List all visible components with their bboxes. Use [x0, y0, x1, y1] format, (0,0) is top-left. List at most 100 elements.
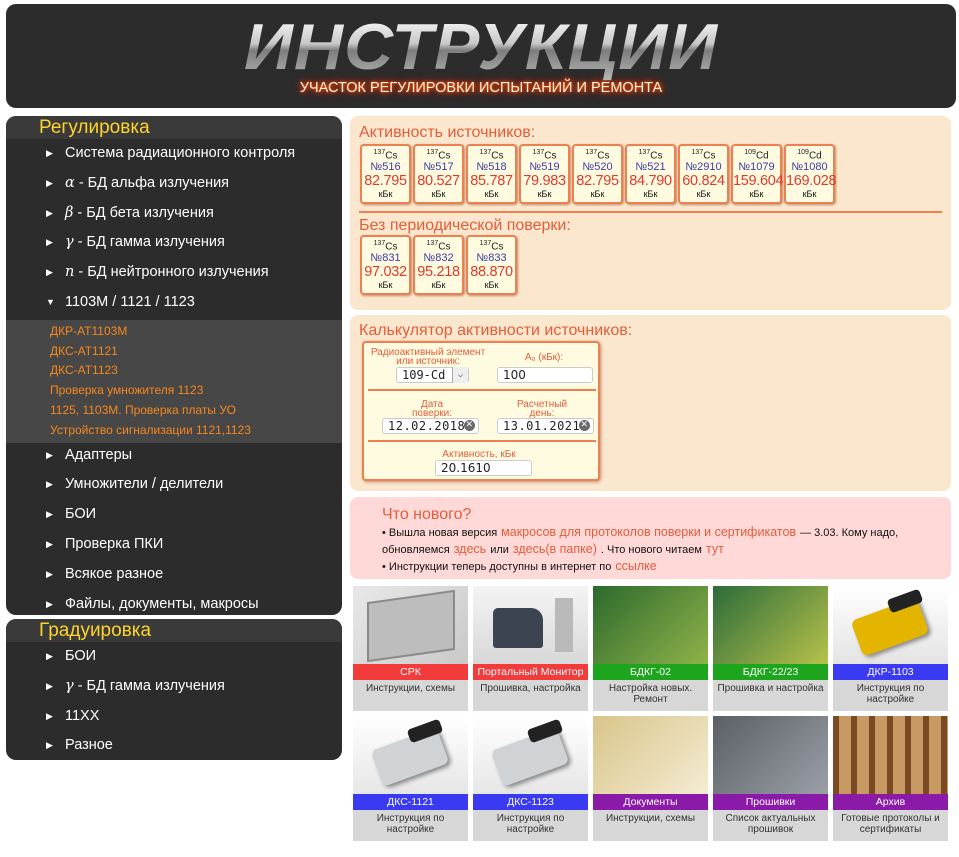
date2-input[interactable]: 13.01.2021 ✕	[497, 418, 594, 434]
category-card[interactable]: Прошивки Список актуальных прошивок	[713, 716, 828, 841]
source-card[interactable]: 137Cs №520 82.795 кБк	[572, 144, 623, 204]
triangle-down-icon: ▼	[46, 296, 55, 307]
submenu-link[interactable]: ДКР-АТ1103М	[6, 322, 342, 342]
portal-shape	[555, 598, 573, 652]
isotope-mass: 137	[373, 240, 386, 247]
nav-item[interactable]: ▶ Разное	[6, 731, 342, 761]
category-card[interactable]: ДКС-1123 Инструкция по настройке	[473, 716, 588, 841]
category-card[interactable]: БДКГ-02 Настройка новых. Ремонт	[593, 586, 708, 711]
result-output[interactable]: 20.1610	[435, 460, 532, 476]
nav-item[interactable]: ▶ БОИ	[6, 642, 342, 672]
source-unit: кБк	[484, 189, 499, 200]
news-text: • Вышла новая версия	[382, 527, 498, 539]
source-card[interactable]: 137Cs №521 84.790 кБк	[625, 144, 676, 204]
source-card[interactable]: 137Cs №519 79.983 кБк	[519, 144, 570, 204]
nav-item[interactable]: ▶ n - БД нейтронного излучения	[6, 258, 342, 288]
nav-item[interactable]: ▶ БОИ	[6, 500, 342, 530]
category-card[interactable]: СРК Инструкции, схемы	[353, 586, 468, 711]
category-card-desc: Прошивка, настройка	[480, 683, 581, 694]
source-card[interactable]: 137Cs №831 97.032 кБк	[360, 235, 411, 295]
nav-item[interactable]: ▶ Проверка ПКИ	[6, 530, 342, 560]
category-card-label: ДКР-1103	[833, 664, 948, 680]
category-card[interactable]: Документы Инструкции, схемы	[593, 716, 708, 841]
category-card[interactable]: ДКР-1103 Инструкция по настройке	[833, 586, 948, 711]
nav-item[interactable]: ▼ 1103М / 1121 / 1123	[6, 288, 342, 318]
nav-submenu-1103: ДКР-АТ1103М ДКС-АТ1121 ДКС-АТ1123 Проверка …	[6, 319, 342, 443]
source-card[interactable]: 137Cs №2910 60.824 кБк	[678, 144, 729, 204]
category-card-desc: Готовые протоколы и сертификаты	[841, 813, 940, 835]
source-card[interactable]: 109Cd №1079 159.604 кБк	[731, 144, 784, 204]
no-check-title: Без периодической поверки:	[359, 217, 571, 234]
clear-icon[interactable]: ✕	[579, 420, 590, 431]
date2-label: Расчетный день:	[516, 399, 568, 419]
element-select-value: 109-Cd	[402, 368, 446, 382]
source-card[interactable]: 109Cd №1080 169.028 кБк	[784, 144, 837, 204]
news-panel: Что нового? • Вышла новая версия макросов…	[350, 497, 951, 579]
source-card[interactable]: 137Cs №517 80.527 кБк	[413, 144, 464, 204]
source-num: №521	[635, 161, 666, 174]
news-link-here-folder[interactable]: здесь(в папке)	[513, 542, 597, 556]
date1-input[interactable]: 12.02.2018 ✕	[382, 418, 479, 434]
submenu-link[interactable]: Проверка умножителя 1123	[6, 381, 342, 401]
source-val: 84.790	[629, 173, 672, 190]
news-link-here[interactable]: здесь	[454, 542, 486, 556]
site-logo[interactable]: ИНСТРУКЦИИ	[6, 14, 956, 81]
news-link-there[interactable]: тут	[706, 542, 724, 556]
triangle-right-icon: ▶	[46, 509, 53, 520]
nav-item-label: Всякое разное	[65, 565, 164, 582]
source-card[interactable]: 137Cs №832 95.218 кБк	[413, 235, 464, 295]
nav-item-label: - БД гамма излучения	[73, 677, 225, 694]
nav-item-label: Проверка ПКИ	[65, 535, 164, 552]
nav-item[interactable]: ▶ Всякое разное	[6, 560, 342, 590]
news-title: Что нового?	[382, 506, 472, 523]
nav-item[interactable]: ▶ Система радиационного контроля	[6, 139, 342, 169]
source-card[interactable]: 137Cs №833 88.870 кБк	[466, 235, 517, 295]
submenu-link[interactable]: ДКС-АТ1123	[6, 361, 342, 381]
category-card[interactable]: Архив Готовые протоколы и сертификаты	[833, 716, 948, 841]
nav-item[interactable]: ▶ γ - БД гамма излучения	[6, 228, 342, 258]
a0-input[interactable]: 100	[497, 367, 593, 383]
news-link-macros[interactable]: макросов для протоколов поверки и сертиф…	[501, 525, 796, 539]
circuit-board-image	[713, 586, 828, 664]
triangle-right-icon: ▶	[46, 598, 53, 609]
source-card[interactable]: 137Cs №518 85.787 кБк	[466, 144, 517, 204]
archive-shelves-image	[833, 716, 948, 794]
nav-item[interactable]: ▶ γ - БД гамма излучения	[6, 672, 342, 702]
nav-item[interactable]: ▶ β - БД бета излучения	[6, 199, 342, 229]
submenu-link[interactable]: 1125, 1103М. Проверка платы УО	[6, 401, 342, 421]
nav-item[interactable]: ▶ Умножители / делители	[6, 470, 342, 500]
nav-item[interactable]: ▶ Файлы, документы, макросы	[6, 590, 342, 620]
source-card[interactable]: 137Cs №516 82.795 кБк	[360, 144, 411, 204]
news-link-online[interactable]: ссылке	[615, 559, 656, 573]
isotope-mass: 137	[373, 149, 386, 156]
source-num: №2910	[685, 161, 722, 174]
sources-row: 137Cs №516 82.795 кБк 137Cs №517 80.527 кБк 137C…	[350, 144, 951, 204]
category-card-desc: Настройка новых. Ремонт	[608, 683, 693, 705]
nav-item[interactable]: ▶ α - БД альфа излучения	[6, 169, 342, 199]
nav-regulirovka-title: Регулировка	[6, 116, 342, 139]
category-card[interactable]: ДКС-1121 Инструкция по настройке	[353, 716, 468, 841]
submenu-link[interactable]: Устройство сигнализации 1121,1123	[6, 421, 342, 441]
site-header: ИНСТРУКЦИИ УЧАСТОК РЕГУЛИРОВКИ ИСПЫТАНИЙ…	[6, 4, 956, 108]
calculator-panel: Калькулятор активности источников: Радио…	[350, 315, 951, 491]
source-unit: кБк	[643, 189, 658, 200]
source-isotope: 137Cs	[574, 149, 621, 161]
category-card[interactable]: Портальный Монитор Прошивка, настройка	[473, 586, 588, 711]
nav-item-label: 1103М / 1121 / 1123	[65, 293, 195, 310]
isotope-mass: 137	[426, 149, 439, 156]
chip-image	[713, 716, 828, 794]
clear-icon[interactable]: ✕	[464, 420, 475, 431]
nav-item[interactable]: ▶ Адаптеры	[6, 441, 342, 471]
triangle-right-icon: ▶	[46, 449, 53, 460]
activity-title: Активность источников:	[359, 124, 536, 141]
control-panel-image	[353, 586, 468, 664]
news-text: — 3.03. Кому надо,	[800, 527, 899, 539]
submenu-link[interactable]: ДКС-АТ1121	[6, 342, 342, 362]
source-isotope: 137Cs	[415, 149, 462, 161]
element-select[interactable]: 109-Cd ⌵	[396, 367, 469, 383]
isotope-mass: 137	[585, 149, 598, 156]
isotope-element: Cd	[755, 150, 769, 162]
panel-shape	[367, 589, 455, 663]
nav-item[interactable]: ▶ 11ХХ	[6, 702, 342, 732]
category-card[interactable]: БДКГ-22/23 Прошивка и настройка	[713, 586, 828, 711]
